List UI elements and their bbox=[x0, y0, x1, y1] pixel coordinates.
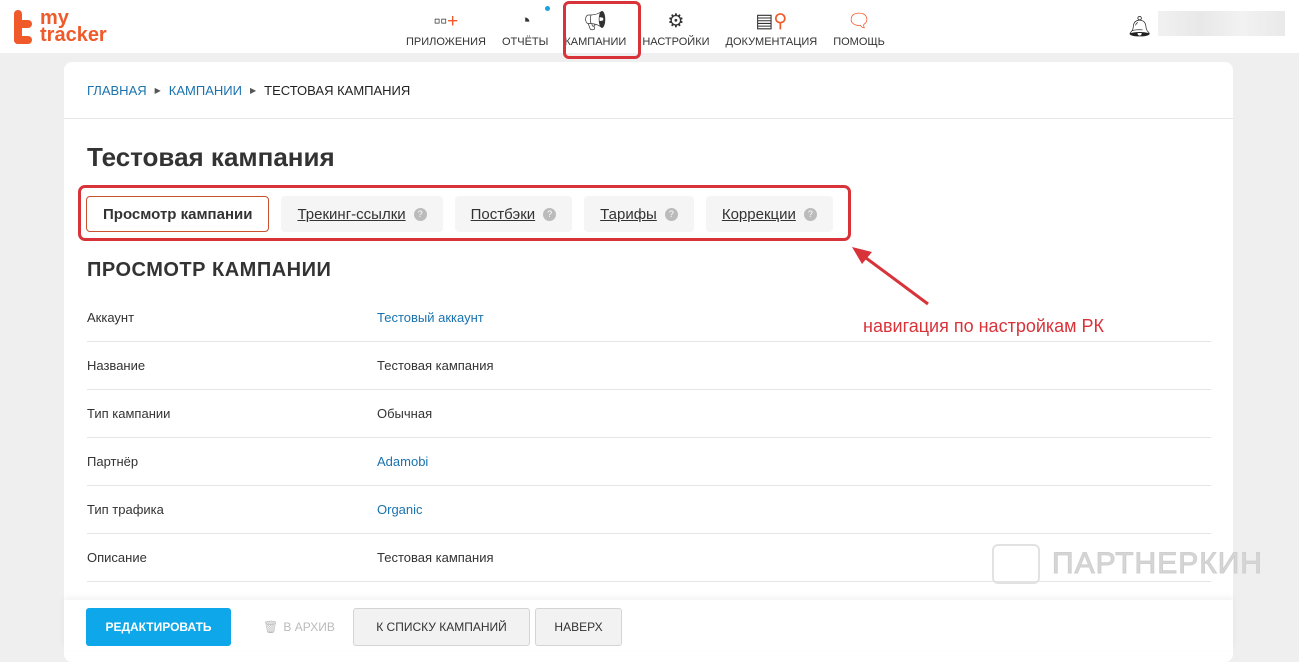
archive-label: В АРХИВ bbox=[283, 620, 335, 634]
archive-icon: 🗑︎ bbox=[263, 620, 279, 634]
edit-button[interactable]: РЕДАКТИРОВАТЬ bbox=[86, 608, 231, 646]
watermark-text: ПАРТНЕРКИН bbox=[1052, 547, 1263, 581]
to-campaign-list-button[interactable]: К СПИСКУ КАМПАНИЙ bbox=[353, 608, 530, 646]
action-bar: РЕДАКТИРОВАТЬ 🗑︎ В АРХИВ К СПИСКУ КАМПАНИ… bbox=[64, 600, 1233, 650]
scroll-top-button[interactable]: НАВЕРХ bbox=[535, 608, 622, 646]
watermark: ПАРТНЕРКИН bbox=[992, 544, 1263, 584]
archive-button[interactable]: 🗑︎ В АРХИВ bbox=[254, 608, 344, 646]
watermark-logo bbox=[992, 544, 1040, 584]
annotation-text: навигация по настройкам РК bbox=[863, 316, 1105, 336]
